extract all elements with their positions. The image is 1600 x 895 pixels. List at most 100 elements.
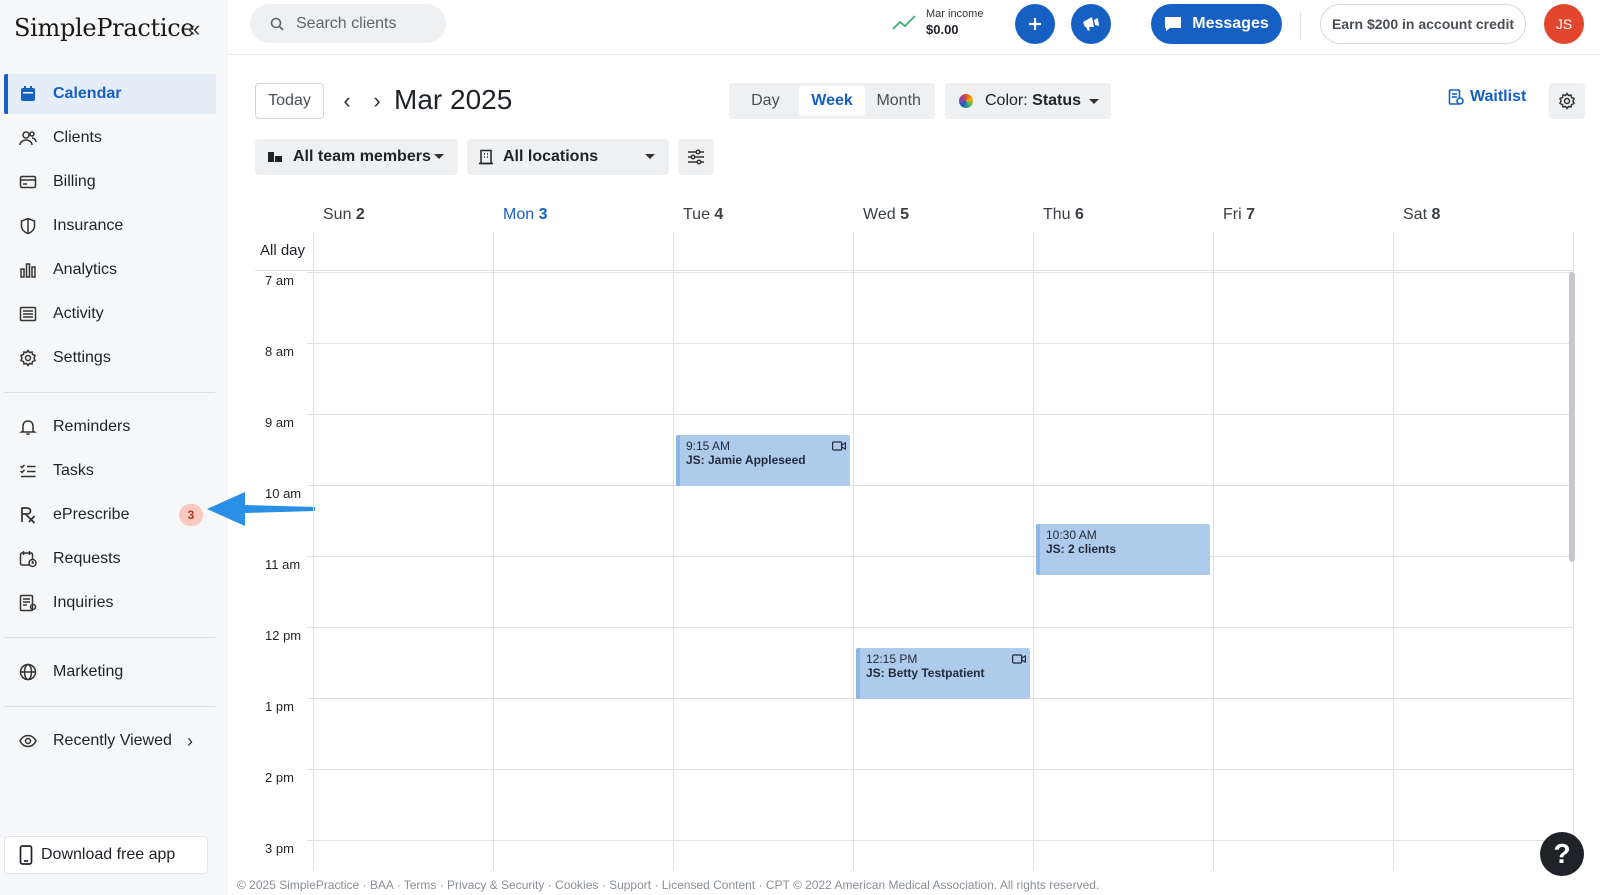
day-header[interactable]: Wed 5 xyxy=(863,206,909,224)
hour-line xyxy=(307,485,1573,486)
sidebar-item-insurance[interactable]: Insurance xyxy=(4,206,216,246)
day-header[interactable]: Tue 4 xyxy=(683,206,723,224)
sidebar-item-activity[interactable]: Activity xyxy=(4,294,216,334)
day-name: Mon xyxy=(503,206,539,223)
building-icon xyxy=(479,149,493,165)
view-day-button[interactable]: Day xyxy=(732,86,799,116)
sidebar-item-inquiries[interactable]: Inquiries xyxy=(4,583,216,623)
sidebar-item-label: Billing xyxy=(53,173,96,190)
day-column-divider xyxy=(1213,232,1214,870)
help-button[interactable]: ? xyxy=(1540,832,1584,876)
hour-line xyxy=(307,414,1573,415)
color-by-dropdown[interactable]: Color: Status xyxy=(945,83,1111,119)
day-header[interactable]: Mon 3 xyxy=(503,206,547,224)
color-value: Status xyxy=(1032,92,1082,109)
sidebar-item-label: ePrescribe xyxy=(53,506,130,523)
team-icon xyxy=(268,152,282,162)
search-placeholder: Search clients xyxy=(296,14,397,32)
filter-options-button[interactable] xyxy=(678,139,714,175)
billing-icon xyxy=(18,172,38,192)
shield-icon xyxy=(18,216,38,236)
sidebar-item-label: Marketing xyxy=(53,663,124,680)
day-name: Tue xyxy=(683,206,715,223)
add-button[interactable] xyxy=(1015,4,1055,44)
view-month-button[interactable]: Month xyxy=(865,86,932,116)
calendar-settings-button[interactable] xyxy=(1549,83,1585,119)
sidebar-item-clients[interactable]: Clients xyxy=(4,118,216,158)
time-label: 1 pm xyxy=(265,699,294,714)
sidebar-item-settings[interactable]: Settings xyxy=(4,338,216,378)
sidebar-divider xyxy=(4,392,215,393)
view-switcher: Day Week Month xyxy=(729,83,935,119)
sidebar-item-label: Clients xyxy=(53,129,102,146)
locations-filter[interactable]: All locations xyxy=(467,139,669,175)
income-label: Mar income xyxy=(926,8,984,20)
avatar[interactable]: JS xyxy=(1544,4,1584,44)
clients-icon xyxy=(18,128,38,148)
messages-button[interactable]: Messages xyxy=(1151,4,1282,44)
megaphone-icon xyxy=(1083,17,1099,31)
sidebar-item-billing[interactable]: Billing xyxy=(4,162,216,202)
plus-icon xyxy=(1029,18,1041,30)
waitlist-label: Waitlist xyxy=(1470,88,1527,105)
announcements-button[interactable] xyxy=(1071,4,1111,44)
income-summary[interactable]: Mar income $0.00 xyxy=(892,7,983,37)
team-members-filter[interactable]: All team members xyxy=(255,139,458,175)
prev-week-button[interactable]: ‹ xyxy=(336,88,358,114)
sidebar-item-label: Requests xyxy=(53,550,121,567)
trend-up-icon xyxy=(892,15,916,30)
day-number: 5 xyxy=(900,206,909,223)
appointment-event[interactable]: 12:15 PM JS: Betty Testpatient xyxy=(856,648,1030,700)
caret-down-icon xyxy=(1089,98,1100,104)
collapse-sidebar-button[interactable]: « xyxy=(188,18,208,42)
calendar-request-icon xyxy=(18,549,38,569)
rx-icon xyxy=(18,505,38,525)
event-time: 9:15 AM xyxy=(686,439,731,454)
sidebar-item-recently-viewed[interactable]: Recently Viewed › xyxy=(4,721,216,761)
color-wheel-icon xyxy=(959,94,973,108)
appointment-event[interactable]: 9:15 AM JS: Jamie Appleseed xyxy=(676,435,850,487)
sidebar-item-calendar[interactable]: Calendar xyxy=(4,74,216,114)
sidebar-item-reminders[interactable]: Reminders xyxy=(4,407,216,447)
sidebar-item-requests[interactable]: Requests xyxy=(4,539,216,579)
location-filter-label: All locations xyxy=(503,148,599,165)
color-label: Color: xyxy=(985,92,1028,109)
earn-credit-button[interactable]: Earn $200 in account credit xyxy=(1320,4,1526,44)
hour-line xyxy=(307,769,1573,770)
list-icon xyxy=(18,304,38,324)
sidebar-item-marketing[interactable]: Marketing xyxy=(4,652,216,692)
sidebar-item-eprescribe[interactable]: ePrescribe 3 xyxy=(4,495,216,535)
day-name: Sat xyxy=(1403,206,1432,223)
next-week-button[interactable]: › xyxy=(366,88,388,114)
search-icon xyxy=(270,17,284,31)
day-header[interactable]: Sat 8 xyxy=(1403,206,1440,224)
messages-label: Messages xyxy=(1192,15,1269,32)
event-title: JS: Jamie Appleseed xyxy=(686,453,806,468)
day-header[interactable]: Thu 6 xyxy=(1043,206,1084,224)
footer: © 2025 SimplePractice · BAA · Terms · Pr… xyxy=(237,878,1100,892)
sidebar-item-tasks[interactable]: Tasks xyxy=(4,451,216,491)
today-button[interactable]: Today xyxy=(255,83,324,119)
gear-icon xyxy=(1559,92,1575,110)
hour-line xyxy=(307,556,1573,557)
search-input[interactable]: Search clients xyxy=(250,4,446,43)
appointment-event[interactable]: 10:30 AM JS: 2 clients xyxy=(1036,524,1210,576)
sidebar-item-analytics[interactable]: Analytics xyxy=(4,250,216,290)
waitlist-icon xyxy=(1448,89,1464,105)
time-label: 10 am xyxy=(265,486,302,501)
week-calendar: All day Sun 2 Mon 3 Tue 4 Wed 5 Thu 6 Fri 7 Sa… xyxy=(255,200,1585,870)
waitlist-button[interactable]: Waitlist xyxy=(1448,88,1526,106)
scroll-thumb[interactable] xyxy=(1569,272,1575,562)
logo[interactable]: SimplePractice xyxy=(14,14,195,42)
sidebar-item-label: Reminders xyxy=(53,418,131,435)
caret-down-icon xyxy=(645,154,655,159)
day-header[interactable]: Sun 2 xyxy=(323,206,365,224)
calendar-scrollbar[interactable] xyxy=(1566,270,1578,850)
chevron-right-icon: › xyxy=(187,731,193,751)
sidebar-item-label: Insurance xyxy=(53,217,124,234)
day-number: 2 xyxy=(355,206,365,223)
download-app-button[interactable]: Download free app xyxy=(4,836,208,874)
day-header[interactable]: Fri 7 xyxy=(1223,206,1255,224)
view-week-button[interactable]: Week xyxy=(798,86,866,116)
sidebar-divider xyxy=(4,637,215,638)
